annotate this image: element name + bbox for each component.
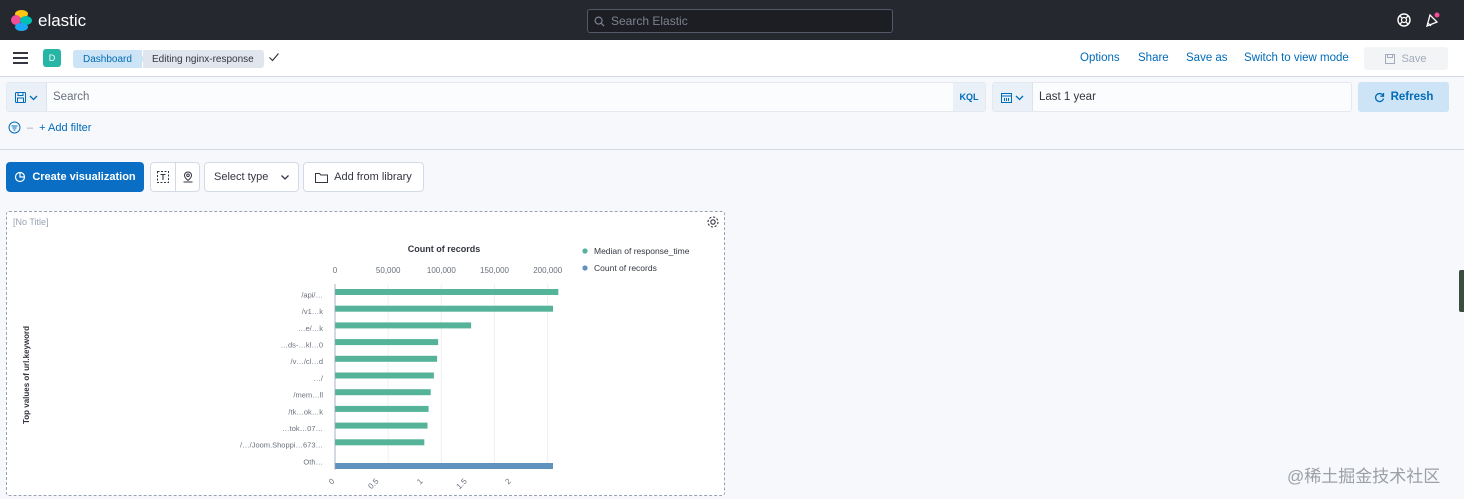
quick-button-group — [150, 162, 200, 192]
space-avatar[interactable]: D — [43, 49, 61, 67]
bar-count — [335, 389, 431, 396]
category-label: /mem…ll — [293, 391, 323, 400]
visualization-panel[interactable]: [No Title] Count of records 0 50,000 100,00… — [6, 211, 725, 496]
bottom-axis-tick-label: 0.5 — [366, 476, 381, 491]
date-range-text: Last 1 year — [1039, 91, 1096, 103]
bar-count — [335, 372, 434, 379]
legend-swatch — [582, 248, 588, 254]
saved-query-icon — [15, 91, 26, 103]
bar-count — [335, 439, 425, 446]
select-type-label: Select type — [214, 171, 269, 183]
breadcrumb-current: Editing nginx-response — [143, 50, 264, 68]
search-input[interactable] — [47, 83, 955, 111]
text-visualization-button[interactable] — [151, 163, 175, 191]
bar-median — [335, 463, 553, 469]
add-from-library-label: Add from library — [334, 171, 412, 183]
create-visualization-label: Create visualization — [32, 171, 136, 183]
top-axis-tick-label: 100,000 — [427, 266, 456, 275]
top-axis-tick-label: 150,000 — [480, 266, 509, 275]
add-from-library-button[interactable]: Add from library — [303, 162, 424, 192]
bottom-axis-tick-label: 2 — [503, 476, 513, 486]
category-label: …e/…k — [298, 324, 323, 333]
menu-button[interactable] — [13, 52, 28, 64]
scrollbar-handle[interactable] — [1459, 270, 1464, 312]
share-link[interactable]: Share — [1138, 52, 1169, 64]
bar-chart: Count of records0 50,000 100,000 150,000 200… — [22, 244, 690, 491]
news-feed-icon[interactable] — [1424, 12, 1440, 28]
help-icon[interactable] — [1396, 12, 1412, 28]
elastic-logo-icon — [11, 10, 32, 31]
save-icon — [1385, 53, 1396, 64]
brand-name: elastic — [38, 10, 87, 30]
category-label: /api/… — [301, 290, 323, 299]
category-label: /tk…ok…k — [288, 407, 323, 416]
chevron-down-icon — [29, 95, 38, 100]
refresh-icon — [1374, 92, 1384, 102]
global-search-placeholder: Search Elastic — [611, 14, 688, 28]
folder-icon — [315, 172, 329, 183]
chevron-down-icon — [1015, 95, 1024, 100]
save-button[interactable]: Save — [1364, 47, 1448, 70]
switch-to-view-mode-link[interactable]: Switch to view mode — [1244, 52, 1349, 64]
bar-count — [335, 422, 428, 429]
visualize-icon — [15, 171, 26, 183]
category-label: /…/Joom.Shoppi…673… — [240, 441, 323, 450]
legend-swatch — [582, 265, 588, 271]
bar-count — [335, 289, 559, 295]
add-filter-link[interactable]: + Add filter — [39, 122, 91, 134]
options-link[interactable]: Options — [1080, 52, 1120, 64]
bottom-axis-tick-label: 0 — [327, 476, 337, 486]
bar-count — [335, 405, 429, 412]
category-label: /v…/cl…d — [290, 357, 323, 366]
check-icon[interactable] — [268, 51, 280, 63]
bottom-axis-tick-label: 1.5 — [455, 476, 470, 491]
top-axis-tick-label: 0 — [333, 266, 338, 275]
category-label: Oth… — [303, 457, 323, 466]
bar-count — [335, 355, 438, 362]
maps-visualization-button[interactable] — [175, 163, 199, 191]
save-button-label: Save — [1401, 52, 1427, 65]
query-bar: KQL — [6, 82, 986, 112]
refresh-button[interactable]: Refresh — [1358, 82, 1449, 112]
filter-bar: – + Add filter — [8, 121, 91, 134]
legend-label: Median of response_time — [594, 246, 690, 256]
date-picker[interactable]: Last 1 year — [992, 82, 1352, 112]
create-visualization-button[interactable]: Create visualization — [6, 162, 144, 192]
bottom-axis-tick-label: 1 — [415, 476, 425, 486]
quick-menu-button[interactable] — [993, 83, 1033, 111]
category-label: /v1…k — [302, 307, 324, 316]
watermark: @稀土掘金技术社区 — [1287, 467, 1441, 486]
top-axis-tick-label: 50,000 — [376, 266, 401, 275]
text-icon — [157, 171, 169, 183]
select-type-button[interactable]: Select type — [204, 162, 299, 192]
breadcrumb-dashboard[interactable]: Dashboard — [73, 50, 142, 68]
saved-query-menu-button[interactable] — [7, 83, 47, 111]
bar-count — [335, 305, 553, 312]
top-header: elastic Search Elastic — [0, 0, 1464, 40]
global-search-input[interactable]: Search Elastic — [587, 9, 893, 33]
top-axis-tick-label: 200,000 — [533, 266, 562, 275]
category-label: …ds-…kl…0 — [280, 340, 323, 349]
y-axis-title: Top values of url.keyword — [22, 326, 31, 424]
calendar-icon — [1001, 92, 1012, 103]
chart-title: Count of records — [408, 244, 481, 254]
legend-label: Count of records — [594, 263, 657, 273]
search-icon — [594, 16, 605, 27]
category-label: …/ — [313, 374, 324, 383]
divider — [0, 149, 1464, 150]
elastic-logo[interactable]: elastic — [11, 10, 86, 31]
bar-count — [335, 322, 472, 329]
chevron-down-icon — [281, 175, 290, 180]
refresh-label: Refresh — [1390, 91, 1434, 103]
category-label: …tok…07… — [282, 424, 323, 433]
save-as-link[interactable]: Save as — [1186, 52, 1228, 64]
query-language-button[interactable]: KQL — [953, 83, 985, 111]
map-marker-icon — [183, 171, 192, 183]
bar-count — [335, 339, 439, 346]
filter-separator: – — [27, 121, 34, 134]
filter-options-icon[interactable] — [8, 121, 21, 134]
